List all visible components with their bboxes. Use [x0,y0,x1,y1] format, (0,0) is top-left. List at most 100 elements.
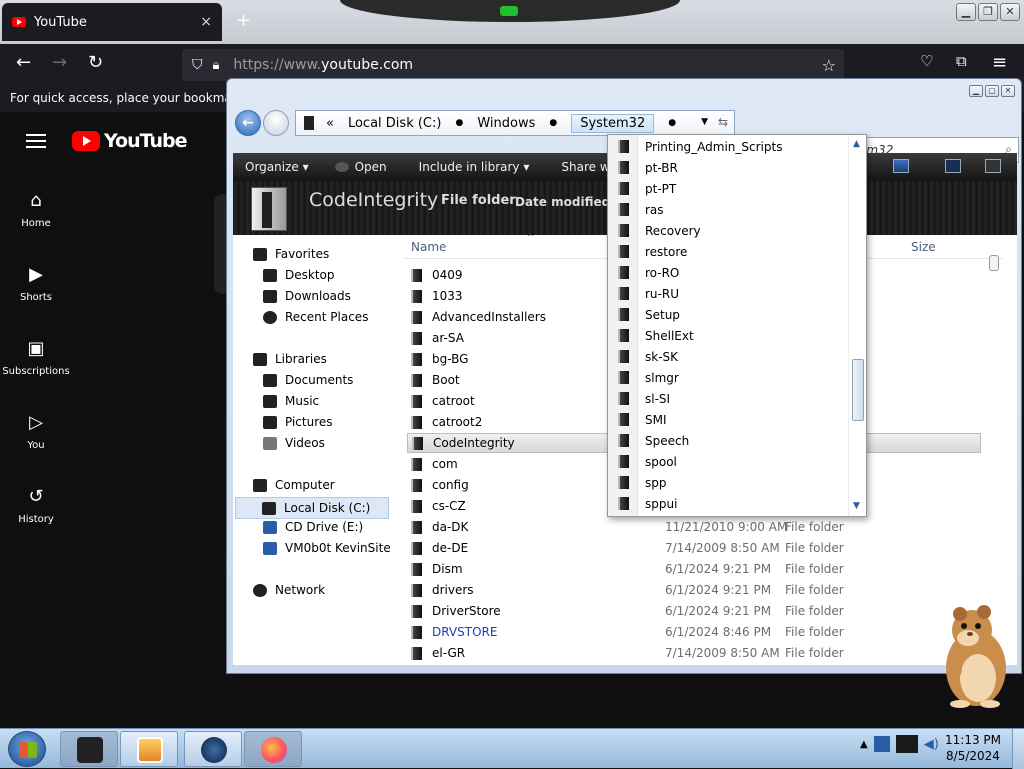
dropdown-item[interactable]: sk-SK [608,346,848,367]
open-button[interactable]: Open [334,160,387,174]
back-arrow-icon[interactable]: ← [16,52,31,73]
nav-network-drive[interactable]: VM0b0t KevinSite [263,541,391,555]
address-dropdown-icon[interactable]: ▼ [701,117,708,127]
file-list-scroll-thumb[interactable] [989,255,999,271]
explorer-maximize-icon[interactable]: ▢ [985,85,999,97]
reload-icon[interactable]: ↻ [88,52,103,73]
yt-nav-subscriptions[interactable]: ▣ Subscriptions [0,338,72,377]
dropdown-item[interactable]: ru-RU [608,283,848,304]
tab-close-icon[interactable]: × [200,14,212,30]
table-row[interactable]: drivers 6/1/2024 9:21 PM File folder [407,580,977,600]
yt-nav-home[interactable]: ⌂ Home [0,190,72,229]
organize-button[interactable]: Organize ▾ [245,160,309,174]
dropdown-item[interactable]: ro-RO [608,262,848,283]
start-button[interactable] [8,731,46,767]
breadcrumb-separator[interactable]: ● [549,118,557,128]
nav-cd-drive[interactable]: CD Drive (E:) [263,520,363,534]
help-icon[interactable] [985,159,1001,173]
nav-downloads[interactable]: Downloads [263,289,351,303]
maximize-icon[interactable]: ❐ [978,3,998,21]
nav-pictures[interactable]: Pictures [263,415,333,429]
table-row[interactable]: Dism 6/1/2024 9:21 PM File folder [407,559,977,579]
breadcrumb-overflow[interactable]: « [326,116,334,131]
dropdown-item[interactable]: spp [608,472,848,493]
nav-recent-places[interactable]: Recent Places [263,310,368,324]
url-bar[interactable]: ⛉ 🔒︎ https://www.youtube.com ☆ [182,49,844,81]
dropdown-item[interactable]: spool [608,451,848,472]
close-window-icon[interactable]: ✕ [1000,3,1020,21]
breadcrumb-separator-open[interactable]: ● [668,118,676,128]
nav-libraries[interactable]: Libraries [253,352,327,366]
scroll-up-arrow-icon[interactable]: ▲ [853,139,860,149]
yt-nav-history[interactable]: ↺ History [0,486,72,525]
explorer-forward-button[interactable] [263,110,289,136]
dropdown-scroll-thumb[interactable] [852,359,864,421]
volume-icon[interactable]: ◀) [924,737,939,752]
dropdown-item[interactable]: Setup [608,304,848,325]
extensions-icon[interactable]: ⧉ [956,52,967,70]
system-clock[interactable]: 11:13 PM 8/5/2024 [938,732,1008,764]
nav-music[interactable]: Music [263,394,319,408]
taskbar-app-globe[interactable] [184,731,242,767]
taskbar-media-player[interactable] [120,731,178,767]
hamburger-menu-icon[interactable] [26,134,46,148]
show-hidden-icons-icon[interactable]: ▲ [860,739,868,750]
dropdown-item[interactable]: sl-SI [608,388,848,409]
minimize-icon[interactable]: ▁ [956,3,976,21]
nav-network[interactable]: Network [253,583,325,597]
bookmark-star-icon[interactable]: ☆ [822,56,836,75]
explorer-back-button[interactable]: ← [235,110,261,136]
dropdown-item[interactable]: ShellExt [608,325,848,346]
dropdown-item[interactable]: sppui [608,493,848,514]
table-row[interactable]: el-GR 7/14/2009 8:50 AM File folder [407,643,977,663]
dropdown-item[interactable]: SMI [608,409,848,430]
address-bar[interactable]: « Local Disk (C:) ● Windows ● System32 ●… [295,110,735,136]
dropdown-item[interactable]: pt-PT [608,178,848,199]
dropdown-item[interactable]: Printing_Admin_Scripts [608,136,848,157]
dropdown-item[interactable]: slmgr [608,367,848,388]
view-options-icon[interactable] [893,159,909,173]
breadcrumb-separator[interactable]: ● [455,118,463,128]
nav-videos[interactable]: Videos [263,436,325,450]
lock-icon[interactable]: 🔒︎ [213,58,220,73]
yt-nav-you[interactable]: ▷ You [0,412,72,451]
nav-desktop[interactable]: Desktop [263,268,335,282]
yt-nav-shorts[interactable]: ▶ Shorts [0,264,72,303]
column-header-size[interactable]: Size [911,240,936,254]
taskbar-explorer[interactable] [60,731,118,767]
shield-icon[interactable]: ⛉ [192,57,203,73]
breadcrumb-system32[interactable]: System32 [571,113,655,133]
youtube-logo[interactable]: YouTube [72,130,187,152]
breadcrumb-windows[interactable]: Windows [477,116,535,131]
pocket-icon[interactable]: ♡ [920,52,933,70]
nav-favorites[interactable]: Favorites [253,247,329,261]
tray-app-icon[interactable] [873,736,890,752]
nav-documents[interactable]: Documents [263,373,353,387]
dropdown-scrollbar[interactable]: ▲ ▼ [848,135,866,516]
network-tray-icon[interactable] [895,735,918,753]
column-header-name[interactable]: Name [411,240,446,254]
refresh-icon[interactable]: ⇆ [718,115,728,129]
dropdown-item[interactable]: restore [608,241,848,262]
forward-arrow-icon[interactable]: → [52,52,67,73]
new-tab-button[interactable]: + [236,10,251,31]
nav-computer[interactable]: Computer [253,478,335,492]
nav-local-disk[interactable]: Local Disk (C:) [235,497,389,519]
explorer-close-icon[interactable]: ✕ [1001,85,1015,97]
app-menu-icon[interactable]: ≡ [992,52,1007,73]
table-row[interactable]: DriverStore 6/1/2024 9:21 PM File folder [407,601,977,621]
table-row[interactable]: DRVSTORE 6/1/2024 8:46 PM File folder [407,622,977,642]
dropdown-item[interactable]: ras [608,199,848,220]
preview-pane-icon[interactable] [945,159,961,173]
table-row[interactable]: de-DE 7/14/2009 8:50 AM File folder [407,538,977,558]
scroll-down-arrow-icon[interactable]: ▼ [853,501,860,511]
table-row[interactable]: da-DK 11/21/2010 9:00 AM File folder [407,517,977,537]
browser-tab-youtube[interactable]: YouTube × [2,3,222,41]
explorer-minimize-icon[interactable]: ▁ [969,85,983,97]
show-desktop-button[interactable] [1012,729,1024,769]
include-in-library-button[interactable]: Include in library ▾ [419,160,530,174]
dropdown-item[interactable]: pt-BR [608,157,848,178]
dropdown-item[interactable]: Speech [608,430,848,451]
dropdown-item[interactable]: Recovery [608,220,848,241]
taskbar-firefox[interactable] [244,731,302,767]
